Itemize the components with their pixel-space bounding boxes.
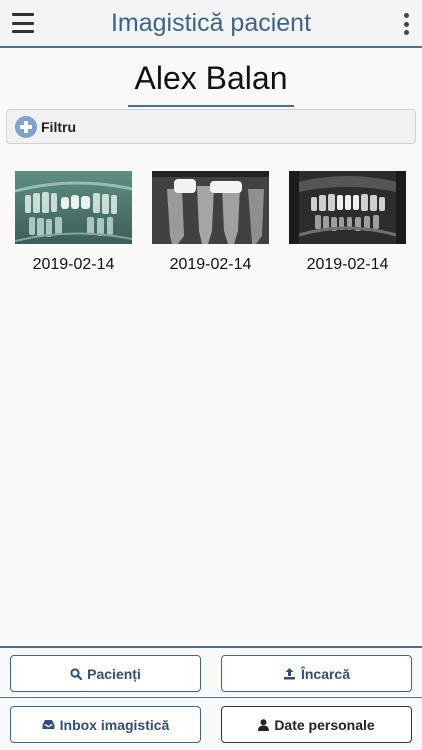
inbox-icon: [42, 719, 55, 730]
hamburger-menu-icon[interactable]: [12, 13, 34, 33]
image-gallery: 2019-02-14 2019-02-14 2019-02-14: [0, 171, 422, 281]
footer-divider: [0, 646, 422, 648]
inbox-imaging-button[interactable]: Inbox imagistică: [10, 706, 201, 743]
patients-button[interactable]: Pacienți: [10, 655, 201, 692]
image-date: 2019-02-14: [169, 256, 252, 273]
plus-circle-icon: [15, 115, 37, 138]
user-icon: [258, 718, 270, 731]
app-header: Imagistică pacient: [0, 0, 422, 48]
filter-label: Filtru: [41, 118, 76, 135]
name-underline: [128, 105, 294, 107]
kebab-menu-icon[interactable]: [402, 13, 410, 35]
panoramic-xray-image: [15, 171, 132, 244]
image-thumbnail[interactable]: 2019-02-14: [289, 171, 406, 274]
image-date: 2019-02-14: [306, 256, 389, 273]
page-title: Imagistică pacient: [110, 8, 312, 37]
image-thumbnail[interactable]: 2019-02-14: [152, 171, 269, 274]
image-thumbnail[interactable]: 2019-02-14: [15, 171, 132, 274]
panoramic-xray-image: [289, 171, 406, 244]
search-icon: [70, 667, 83, 680]
upload-button[interactable]: Încarcă: [221, 655, 412, 692]
patients-button-label: Pacienți: [87, 665, 141, 682]
personal-data-button[interactable]: Date personale: [221, 706, 412, 743]
image-date: 2019-02-14: [32, 256, 115, 273]
periapical-xray-image: [152, 171, 269, 244]
upload-icon: [283, 667, 296, 680]
patient-name: Alex Balan: [134, 60, 288, 96]
footer-divider: [0, 697, 422, 698]
inbox-imaging-button-label: Inbox imagistică: [59, 716, 170, 733]
filter-toggle[interactable]: Filtru: [6, 109, 416, 144]
upload-button-label: Încarcă: [300, 665, 351, 682]
personal-data-button-label: Date personale: [274, 716, 375, 733]
